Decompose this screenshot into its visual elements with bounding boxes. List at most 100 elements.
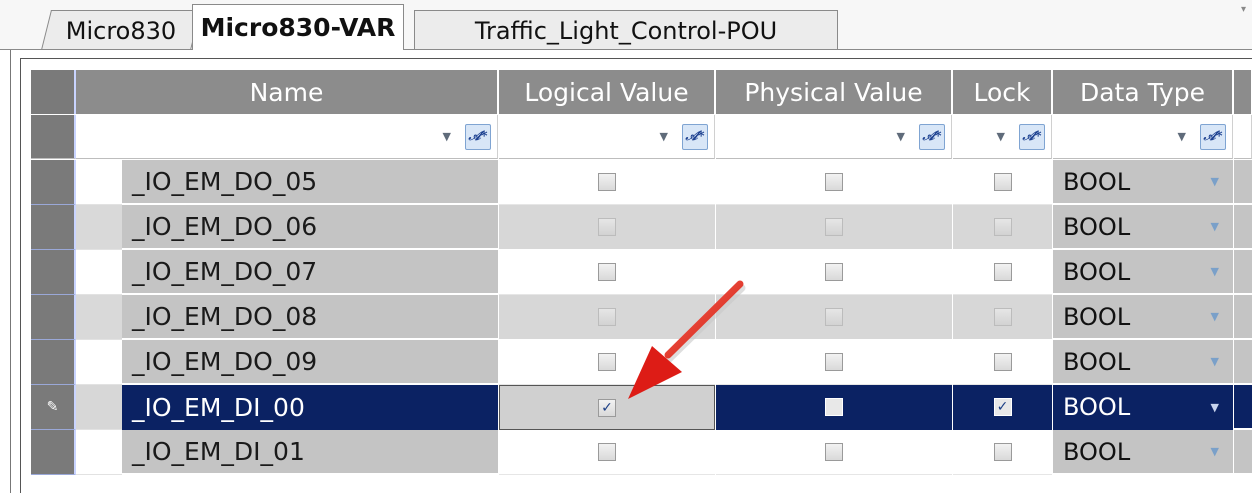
physical-value-cell[interactable]	[716, 340, 952, 385]
lock-cell[interactable]	[953, 205, 1052, 250]
data-type-value: BOOL	[1063, 393, 1131, 421]
lock-checkbox[interactable]	[993, 263, 1012, 281]
lock-cell[interactable]	[953, 295, 1052, 340]
chevron-down-icon[interactable]: ▼	[997, 130, 1005, 143]
physical-value-cell[interactable]	[716, 205, 952, 250]
table-row[interactable]: _IO_EM_DO_06 BOOL ▼	[31, 205, 1252, 250]
column-header-lock[interactable]: Lock	[953, 70, 1052, 114]
tab-list-caret-icon[interactable]: ▾	[1241, 4, 1246, 15]
chevron-down-icon[interactable]: ▼	[1211, 355, 1219, 368]
chevron-down-icon[interactable]: ▼	[443, 130, 451, 143]
row-selector[interactable]	[31, 295, 76, 340]
extra-filter	[1234, 115, 1252, 159]
data-type-cell[interactable]: BOOL ▼	[1053, 250, 1233, 295]
chevron-down-icon[interactable]: ▼	[1211, 310, 1219, 323]
logical-value-cell[interactable]: ✓	[499, 385, 715, 430]
physical-value-checkbox[interactable]	[825, 308, 843, 326]
column-header-data-type[interactable]: Data Type	[1053, 70, 1233, 114]
physical-value-checkbox[interactable]	[825, 443, 843, 461]
physical-value-checkbox[interactable]	[825, 263, 843, 281]
chevron-down-icon[interactable]: ▼	[1211, 265, 1219, 278]
lock-cell[interactable]	[953, 160, 1052, 205]
row-selector[interactable]	[31, 340, 76, 385]
filter-icon[interactable]: 𝒜*	[1200, 123, 1226, 150]
column-header-name[interactable]: Name	[76, 70, 498, 114]
logical-value-checkbox[interactable]	[598, 218, 616, 236]
data-type-cell[interactable]: BOOL ▼	[1053, 385, 1233, 430]
row-selector[interactable]	[31, 160, 76, 205]
lock-cell[interactable]	[953, 250, 1052, 295]
column-header-next[interactable]	[1234, 70, 1252, 114]
row-selector[interactable]: ✎	[31, 385, 76, 430]
data-type-cell[interactable]: BOOL ▼	[1053, 295, 1233, 340]
chevron-down-icon[interactable]: ▼	[1178, 130, 1186, 143]
table-row-selected[interactable]: ✎ _IO_EM_DI_00 ✓ ✓ BOOL ▼	[31, 385, 1252, 430]
logical-value-checkbox[interactable]	[598, 443, 616, 461]
lock-checkbox[interactable]	[993, 173, 1012, 191]
logical-value-checkbox[interactable]	[598, 308, 616, 326]
row-selector[interactable]	[31, 250, 76, 295]
physical-value-checkbox[interactable]	[825, 353, 843, 371]
column-header-logical-value[interactable]: Logical Value	[499, 70, 715, 114]
physical-value-checkbox[interactable]	[825, 218, 843, 236]
data-type-cell[interactable]: BOOL ▼	[1053, 160, 1233, 205]
variable-name[interactable]: _IO_EM_DO_06	[122, 205, 498, 250]
physical-value-checkbox[interactable]	[825, 173, 843, 191]
logical-value-cell[interactable]	[499, 295, 715, 340]
lock-cell[interactable]	[953, 430, 1052, 475]
data-type-cell[interactable]: BOOL ▼	[1053, 205, 1233, 250]
variable-name[interactable]: _IO_EM_DI_00	[122, 385, 498, 430]
logical-value-checkbox[interactable]: ✓	[598, 398, 616, 417]
data-type-cell[interactable]: BOOL ▼	[1053, 340, 1233, 385]
table-row[interactable]: _IO_EM_DO_08 BOOL ▼	[31, 295, 1252, 340]
logical-value-cell[interactable]	[499, 160, 715, 205]
data-type-cell[interactable]: BOOL ▼	[1053, 430, 1233, 475]
filter-icon[interactable]: 𝒜*	[1019, 123, 1045, 150]
logical-value-cell[interactable]	[499, 430, 715, 475]
row-selector[interactable]	[31, 430, 76, 475]
lock-checkbox[interactable]	[993, 353, 1012, 371]
logical-value-cell[interactable]	[499, 205, 715, 250]
table-row[interactable]: _IO_EM_DO_05 BOOL ▼	[31, 160, 1252, 205]
logical-value-cell[interactable]	[499, 340, 715, 385]
chevron-down-icon[interactable]: ▼	[1211, 401, 1219, 414]
chevron-down-icon[interactable]: ▼	[1211, 445, 1219, 458]
filter-icon[interactable]: 𝒜*	[682, 123, 708, 150]
chevron-down-icon[interactable]: ▼	[1211, 175, 1219, 188]
lock-checkbox[interactable]	[993, 218, 1012, 236]
variable-name[interactable]: _IO_EM_DO_05	[122, 160, 498, 205]
lock-cell[interactable]: ✓	[953, 385, 1052, 430]
chevron-down-icon[interactable]: ▼	[897, 130, 905, 143]
logical-value-cell[interactable]	[499, 250, 715, 295]
physical-value-cell[interactable]	[716, 160, 952, 205]
table-row[interactable]: _IO_EM_DO_09 BOOL ▼	[31, 340, 1252, 385]
tab-traffic-light-control-pou[interactable]: Traffic_Light_Control-POU	[414, 10, 838, 50]
physical-value-cell[interactable]	[716, 430, 952, 475]
logical-value-checkbox[interactable]	[598, 353, 616, 371]
lock-checkbox[interactable]	[993, 443, 1012, 461]
tab-micro830-var[interactable]: Micro830-VAR	[192, 4, 404, 50]
table-row[interactable]: _IO_EM_DO_07 BOOL ▼	[31, 250, 1252, 295]
physical-value-cell[interactable]	[716, 295, 952, 340]
lock-checkbox[interactable]: ✓	[993, 398, 1012, 416]
physical-value-cell[interactable]	[716, 385, 952, 430]
variable-name[interactable]: _IO_EM_DO_08	[122, 295, 498, 340]
tab-micro830[interactable]: Micro830	[41, 10, 201, 50]
physical-value-checkbox[interactable]	[825, 398, 843, 416]
lock-cell[interactable]	[953, 340, 1052, 385]
logical-value-checkbox[interactable]	[598, 173, 616, 191]
chevron-down-icon[interactable]: ▼	[660, 130, 668, 143]
column-header-physical-value[interactable]: Physical Value	[716, 70, 952, 114]
variable-name[interactable]: _IO_EM_DO_09	[122, 340, 498, 385]
lock-checkbox[interactable]	[993, 308, 1012, 326]
table-row[interactable]: _IO_EM_DI_01 BOOL ▼	[31, 430, 1252, 475]
row-selector[interactable]	[31, 205, 76, 250]
physical-value-cell[interactable]	[716, 250, 952, 295]
extra-cell	[1234, 340, 1252, 385]
logical-value-checkbox[interactable]	[598, 263, 616, 281]
filter-icon[interactable]: 𝒜*	[465, 123, 491, 150]
chevron-down-icon[interactable]: ▼	[1211, 220, 1219, 233]
variable-name[interactable]: _IO_EM_DI_01	[122, 430, 498, 475]
filter-icon[interactable]: 𝒜*	[919, 123, 945, 150]
variable-name[interactable]: _IO_EM_DO_07	[122, 250, 498, 295]
